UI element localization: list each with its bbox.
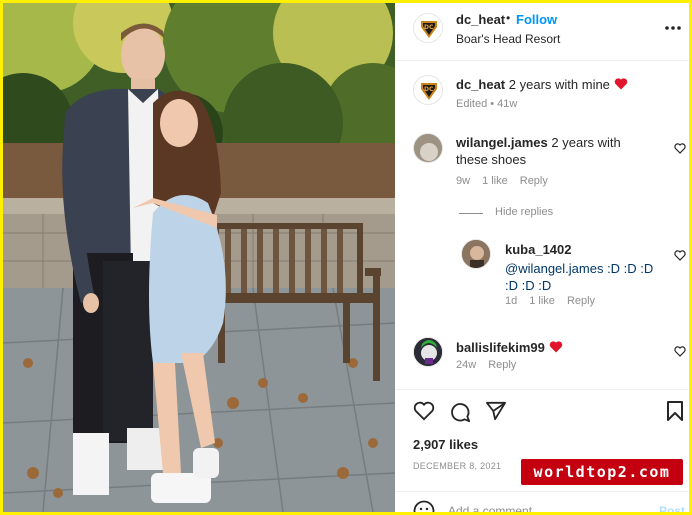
svg-text:DC: DC <box>424 24 434 31</box>
comment-1-reply-button[interactable]: Reply <box>520 175 548 187</box>
share-paper-plane-icon[interactable] <box>485 401 507 421</box>
reply-text: @wilangel.james :D :D :D :D :D :D <box>505 261 654 293</box>
reply-reply-button[interactable]: Reply <box>567 295 595 307</box>
user-photo-icon <box>414 134 442 162</box>
comment-1-meta: 9w 1 like Reply <box>456 175 560 187</box>
caption-avatar[interactable]: DC <box>413 75 443 105</box>
user-photo-icon <box>462 240 490 268</box>
like-comment-heart-icon[interactable] <box>674 143 686 154</box>
caption-username[interactable]: dc_heat <box>456 77 505 92</box>
comment-3-time: 24w <box>456 359 477 371</box>
like-heart-icon[interactable] <box>413 401 435 421</box>
reply-username[interactable]: kuba_1402 <box>505 241 665 258</box>
post-comment-button[interactable]: Post <box>659 504 685 512</box>
reply-meta: 1d 1 like Reply <box>505 295 607 307</box>
dc-heat-logo-icon: DC <box>421 21 437 38</box>
post-photo[interactable] <box>3 3 395 512</box>
post-date: DECEMBER 8, 2021 <box>413 461 502 471</box>
hide-replies-button[interactable]: Hide replies <box>495 206 553 218</box>
red-heart-emoji-icon <box>614 78 627 90</box>
separator-dot: • <box>506 11 511 25</box>
emoji-smiley-icon[interactable] <box>413 500 435 512</box>
comment-3-reply-button[interactable]: Reply <box>488 359 516 371</box>
likes-count[interactable]: 2,907 likes <box>413 437 478 452</box>
post-details-panel: DC dc_heat • Follow Boar's Head Resort D… <box>395 3 689 512</box>
joker-avatar-icon <box>414 338 442 366</box>
post-image <box>3 3 395 512</box>
header-username[interactable]: dc_heat <box>456 12 505 27</box>
follow-button[interactable]: Follow <box>516 12 557 27</box>
commenter-3-avatar[interactable] <box>413 337 443 367</box>
more-horizontal-icon[interactable] <box>665 25 681 31</box>
commenter-avatar[interactable] <box>413 133 443 163</box>
comment-1-username[interactable]: wilangel.james <box>456 135 548 150</box>
comment-bubble-icon[interactable] <box>449 401 471 423</box>
reply-likes[interactable]: 1 like <box>529 295 555 307</box>
like-comment-3-heart-icon[interactable] <box>674 346 686 357</box>
comment-3-meta: 24w Reply <box>456 359 528 371</box>
caption: dc_heat 2 years with mine <box>456 76 628 93</box>
reply-avatar[interactable] <box>461 239 491 269</box>
post-header: DC dc_heat • Follow Boar's Head Resort <box>395 3 689 61</box>
comment-input[interactable]: Add a comment… <box>448 504 544 512</box>
caption-meta: Edited • 41w <box>456 98 518 110</box>
dc-heat-logo-icon: DC <box>421 83 437 100</box>
comment-1-likes[interactable]: 1 like <box>482 175 508 187</box>
comment-1: wilangel.james 2 years with these shoes <box>456 134 656 168</box>
divider <box>395 491 689 492</box>
location-link[interactable]: Boar's Head Resort <box>456 32 560 46</box>
avatar[interactable]: DC <box>413 13 443 43</box>
divider <box>395 389 689 390</box>
red-heart-emoji-icon <box>549 341 562 353</box>
svg-text:DC: DC <box>424 86 434 93</box>
hide-replies-line <box>459 213 483 214</box>
like-reply-heart-icon[interactable] <box>674 250 686 261</box>
caption-text: 2 years with mine <box>508 77 610 92</box>
reply-comment: kuba_1402 @wilangel.james :D :D :D :D :D… <box>505 241 665 294</box>
watermark: worldtop2.com <box>521 459 683 485</box>
instagram-post-window: DC dc_heat • Follow Boar's Head Resort D… <box>3 3 689 512</box>
comment-3-username[interactable]: ballislifekim99 <box>456 340 545 355</box>
comment-1-time: 9w <box>456 175 471 187</box>
reply-time: 1d <box>505 295 518 307</box>
comment-3: ballislifekim99 <box>456 339 563 356</box>
save-bookmark-icon[interactable] <box>667 401 683 421</box>
